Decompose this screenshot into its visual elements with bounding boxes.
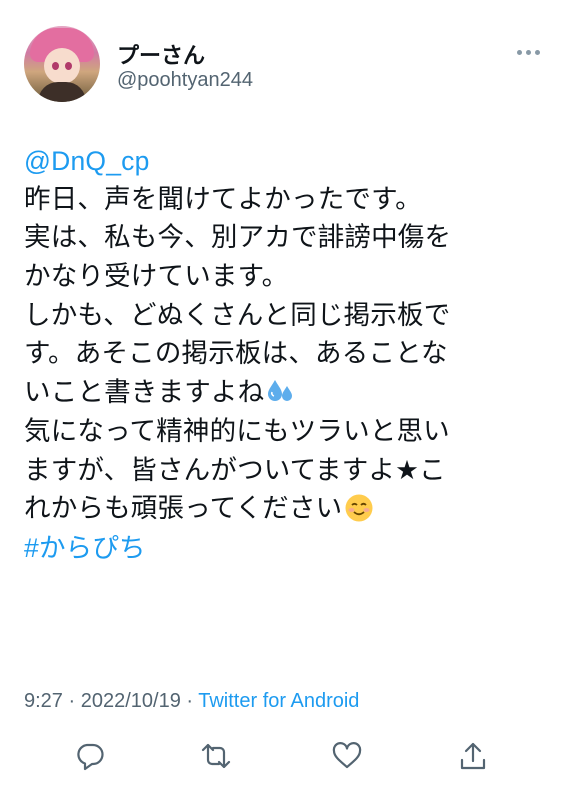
tweet-source-link[interactable]: Twitter for Android: [198, 690, 359, 712]
share-icon[interactable]: [457, 740, 489, 772]
tweet-action-bar: [0, 736, 567, 776]
avatar[interactable]: [24, 26, 100, 102]
tweet-line: しかも、どぬくさんと同じ掲示板で: [24, 299, 451, 331]
sweat-droplets-emoji-icon: [266, 377, 296, 417]
tweet-line: す。あそこの掲示板は、あることな: [24, 338, 448, 370]
tweet-line: れからも頑張ってください: [24, 493, 343, 525]
tweet-line: ますが、皆さんがついてますよ★こ: [24, 454, 446, 486]
reply-icon[interactable]: [74, 740, 106, 772]
author-handle[interactable]: @poohtyan244: [117, 69, 253, 92]
more-options-icon[interactable]: [517, 50, 540, 55]
tweet-time: 9:27: [24, 690, 63, 712]
tweet-line: 昨日、声を聞けてよかったです。: [24, 183, 422, 215]
tweet-line: いこと書きますよね: [24, 377, 265, 409]
tweet-line: かなり受けています。: [24, 261, 289, 293]
smiling-face-emoji-icon: [344, 493, 374, 535]
tweet-date: 2022/10/19: [80, 690, 181, 712]
meta-separator: ·: [180, 690, 199, 712]
tweet-line: 実は、私も今、別アカで誹謗中傷を: [24, 222, 452, 254]
author-display-name[interactable]: プーさん: [117, 38, 205, 70]
tweet-text: @DnQ_cp 昨日、声を聞けてよかったです。 実は、私も今、別アカで誹謗中傷を…: [24, 142, 554, 568]
retweet-icon[interactable]: [200, 740, 232, 772]
like-icon[interactable]: [331, 740, 363, 772]
mention-link[interactable]: @DnQ_cp: [24, 146, 150, 176]
tweet-line: 気になって精神的にもツラいと思い: [24, 415, 450, 447]
hashtag-link[interactable]: #からぴち: [24, 533, 146, 563]
tweet-metadata: 9:27 · 2022/10/19 · Twitter for Android: [24, 690, 359, 713]
meta-separator: ·: [62, 690, 81, 712]
